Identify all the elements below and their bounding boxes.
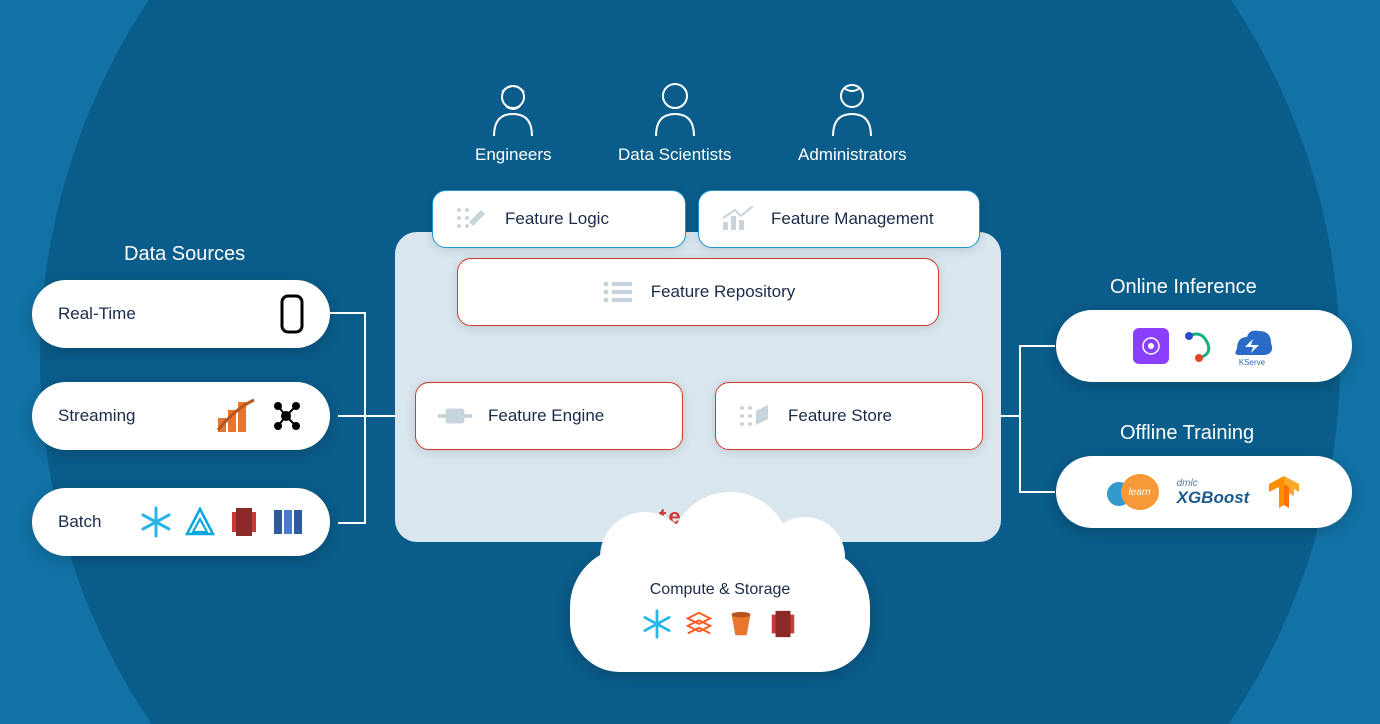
- kserve-icon: KServe: [1229, 325, 1275, 367]
- persona-data-scientists: Data Scientists: [618, 82, 731, 165]
- realtime-icons: [280, 294, 304, 334]
- source-label: Streaming: [58, 406, 202, 426]
- persona-engineers: Engineers: [475, 82, 552, 165]
- kinesis-icon: [216, 398, 256, 434]
- redshift-icon: [768, 609, 798, 639]
- offline-training-box: learn dmlc XGBoost: [1056, 456, 1352, 528]
- engineer-icon: [488, 82, 538, 137]
- delta-icon: [184, 506, 216, 538]
- bars-arrow-icon: [721, 205, 755, 233]
- pencil-grid-icon: [455, 205, 489, 233]
- databricks-icon: [684, 609, 714, 639]
- feature-repository-box: Feature Repository: [457, 258, 939, 326]
- fbox-label: Feature Logic: [505, 209, 609, 229]
- kafka-icon: [268, 398, 304, 434]
- online-inference-title: Online Inference: [1110, 276, 1257, 299]
- fbox-label: Feature Management: [771, 209, 934, 229]
- source-streaming: Streaming: [32, 382, 330, 450]
- feature-management-box: Feature Management: [698, 190, 980, 248]
- xgboost-icon: dmlc XGBoost: [1177, 479, 1250, 506]
- svg-text:KServe: KServe: [1239, 358, 1266, 367]
- sagemaker-icon: [1133, 328, 1169, 364]
- scientist-icon: [650, 82, 700, 137]
- admin-icon: [827, 82, 877, 137]
- source-realtime: Real-Time: [32, 280, 330, 348]
- fbox-label: Feature Repository: [651, 282, 796, 302]
- cloud-title: Compute & Storage: [650, 581, 791, 599]
- offline-training-title: Offline Training: [1120, 422, 1254, 445]
- seldon-icon: [1181, 328, 1217, 364]
- feature-logic-box: Feature Logic: [432, 190, 686, 248]
- snowflake-icon: [140, 506, 172, 538]
- athena-icon: [272, 506, 304, 538]
- redshift-icon: [228, 506, 260, 538]
- fbox-label: Feature Engine: [488, 406, 604, 426]
- persona-administrators: Administrators: [798, 82, 907, 165]
- fbox-label: Feature Store: [788, 406, 892, 426]
- streaming-icons: [216, 398, 304, 434]
- snowflake-icon: [642, 609, 672, 639]
- data-sources-title: Data Sources: [124, 243, 245, 266]
- persona-label: Engineers: [475, 145, 552, 165]
- cloud-icons: [642, 609, 798, 639]
- source-label: Batch: [58, 512, 126, 532]
- inference-icons: KServe: [1133, 325, 1275, 367]
- feature-store-box: Feature Store: [715, 382, 983, 450]
- s3-icon: [726, 609, 756, 639]
- store-icon: [738, 402, 772, 430]
- source-batch: Batch: [32, 488, 330, 556]
- list-icon: [601, 278, 635, 306]
- engine-icon: [438, 402, 472, 430]
- persona-label: Administrators: [798, 145, 907, 165]
- source-label: Real-Time: [58, 304, 266, 324]
- compute-storage-cloud: Compute & Storage: [570, 547, 870, 672]
- tensorflow-icon: [1267, 474, 1301, 510]
- mobile-icon: [280, 294, 304, 334]
- feature-engine-box: Feature Engine: [415, 382, 683, 450]
- sklearn-icon: learn: [1107, 474, 1159, 510]
- batch-icons: [140, 506, 304, 538]
- online-inference-box: KServe: [1056, 310, 1352, 382]
- training-icons: learn dmlc XGBoost: [1107, 474, 1302, 510]
- persona-label: Data Scientists: [618, 145, 731, 165]
